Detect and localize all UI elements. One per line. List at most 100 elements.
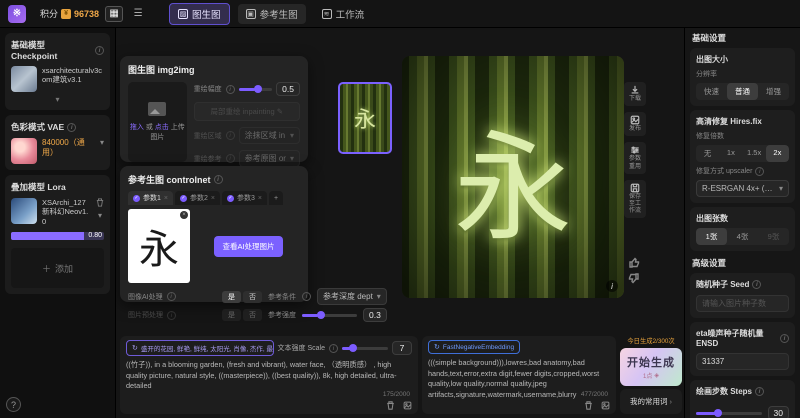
generated-character: 永 [454,92,572,263]
tab-workflow[interactable]: ≋ 工作流 [314,4,373,24]
strength-label: 参考强度 [268,310,296,320]
reuse-params-label: 参数重用 [628,156,642,170]
image-info-icon[interactable]: i [606,280,618,292]
count-9[interactable]: 9张 [758,228,789,245]
strength-value[interactable]: 0.3 [363,308,387,322]
info-icon[interactable]: i [780,334,789,343]
trash-icon[interactable] [96,198,104,207]
steps-value[interactable]: 30 [768,406,789,418]
info-icon: i [755,167,764,176]
controlnet-tab-add[interactable]: + [269,191,283,205]
save-to-workflow-label: 保存至工作流 [628,194,642,216]
seed-label: 随机种子 Seed [696,279,749,290]
upscaler-dropdown[interactable]: R-ESRGAN 4x+ (适合多种风▾ [696,180,789,197]
resolution-normal[interactable]: 普通 [727,83,758,100]
info-icon[interactable]: i [67,123,76,132]
vae-chevron-icon: ▾ [100,138,104,147]
condition-dropdown[interactable]: 参考深度 dept▾ [317,288,387,305]
lora-model-row[interactable]: XSArchi_127新科幻Neov1.0 ▾ [11,198,104,226]
generate-column: 今日生成2/300次 开始生成 1点 ◈ 我的常用词 › [620,336,682,414]
reuse-params-button[interactable]: 参数重用 [624,142,646,173]
close-tab-icon[interactable]: × [164,195,168,202]
preprocess-toggle[interactable]: 是否 [222,309,262,321]
publish-button[interactable]: 发布 [624,112,646,136]
image-action-stack: 下载 发布 参数重用 保存至工作流 [624,82,646,218]
help-button[interactable]: ? [6,397,21,412]
download-button[interactable]: 下载 [624,82,646,106]
negative-embedding-chip[interactable]: ↻ FastNegativeEmbedding [428,340,520,354]
controlnet-tab-1[interactable]: ✓ 参数1× [128,191,173,205]
points-display[interactable]: 积分 ¥ 96738 [40,7,99,20]
info-icon[interactable]: i [95,46,104,55]
ai-process-toggle[interactable]: 是否 [222,291,262,303]
prompt-image-icon[interactable] [601,401,610,410]
grid-view-icon[interactable]: ▦ [105,6,123,22]
vae-select-row[interactable]: 840000（通用） ▾ [11,138,104,164]
cfg-scale-control: 文本强度 Scale i 7 [278,341,412,355]
upscale-2x[interactable]: 2x [766,145,789,162]
clear-prompt-trash-icon[interactable] [584,401,593,410]
lora-card: 叠加模型 Lora XSArchi_127新科幻Neov1.0 ▾ 0.80 ＋… [5,175,110,294]
ensd-input[interactable] [696,353,789,370]
cfg-scale-value[interactable]: 7 [392,341,412,355]
upscale-1x[interactable]: 1x [719,145,742,162]
vae-title: 色彩模式 VAE [11,121,64,133]
positive-prompt-chip[interactable]: ↻ 盛开的花园, 鲜艳, 鲜纯, 太阳光, 肖像, 杰作, 最佳质量 [126,340,274,356]
menu-icon[interactable]: ☰ [129,6,147,22]
thumbs-up-icon[interactable] [628,256,640,268]
info-icon[interactable]: i [752,280,761,289]
lora-weight-slider[interactable]: 0.80 [11,232,104,240]
cfg-scale-slider[interactable] [342,347,388,350]
thumbs-down-icon[interactable] [628,273,640,285]
count-1[interactable]: 1张 [696,228,727,245]
upscale-1-5x[interactable]: 1.5x [743,145,766,162]
negative-char-counter: 477/2000 [581,391,608,398]
lora-chevron-icon[interactable]: ▾ [98,211,102,220]
image-upload-dropzone[interactable]: 拖入 或 点击 上传图片 [128,82,187,162]
controlnet-panel: 参考生图 controlnet i ✓ 参数1× ✓ 参数2× ✓ 参数3× +… [120,166,308,302]
generate-button[interactable]: 开始生成 1点 ◈ [620,348,682,386]
add-lora-button[interactable]: ＋ 添加 [11,248,104,288]
denoise-value[interactable]: 0.5 [276,82,300,96]
clear-prompt-trash-icon[interactable] [386,401,395,410]
upscale-none[interactable]: 无 [696,145,719,162]
close-tab-icon[interactable]: × [211,195,215,202]
lora-title: 叠加模型 Lora [11,181,66,193]
redraw-ref-dropdown[interactable]: 参考原图 or▾ [239,150,300,167]
batch-count-title: 出图张数 [696,213,789,224]
inpainting-button[interactable]: 局部重绘 inpainting ✎ [194,102,300,121]
strength-slider[interactable] [302,314,357,317]
info-icon[interactable]: i [214,175,223,184]
tab-img2img[interactable]: ▨ 图生图 [169,3,230,25]
info-icon: i [226,131,235,140]
resolution-enhanced[interactable]: 增强 [758,83,789,100]
condition-label: 参考条件 [268,292,296,302]
view-ai-processed-button[interactable]: 查看AI处理图片 [214,236,282,257]
info-icon[interactable]: i [755,387,764,396]
app-logo-icon[interactable]: ※ [8,5,26,23]
resolution-fast[interactable]: 快速 [696,83,727,100]
controlnet-reference-image[interactable]: 永 × [128,209,190,283]
controlnet-tab-3[interactable]: ✓ 参数3× [222,191,267,205]
result-thumbnail-selected[interactable]: 永 [338,82,392,154]
remove-image-icon[interactable]: × [180,211,188,219]
prompt-image-icon[interactable] [403,401,412,410]
info-icon: i [302,292,311,301]
seed-input[interactable] [696,295,789,312]
top-bar: ※ 积分 ¥ 96738 ▦ ☰ ▨ 图生图 ▣ 参考生图 ≋ 工作流 [0,0,800,28]
generated-image[interactable]: 永 i [402,56,624,298]
denoise-slider[interactable] [239,88,273,91]
checkpoint-model-row[interactable]: xsarchitecturalv3com建筑v3.1 [11,66,104,92]
count-4[interactable]: 4张 [727,228,758,245]
close-tab-icon[interactable]: × [258,195,262,202]
positive-prompt-input[interactable]: ((竹子)), in a blooming garden, (fresh and… [126,360,412,399]
redraw-area-dropdown[interactable]: 涂抹区域 in▾ [239,127,300,144]
controlnet-tab-2[interactable]: ✓ 参数2× [175,191,220,205]
info-icon[interactable]: i [226,85,235,94]
thumbnail-character: 永 [354,102,376,134]
tab-reference-gen[interactable]: ▣ 参考生图 [238,4,306,24]
steps-slider[interactable]: 50 100 [696,412,762,415]
favorite-prompts-button[interactable]: 我的常用词 › [620,389,682,414]
save-to-workflow-button[interactable]: 保存至工作流 [624,180,646,219]
checkpoint-collapse-chevron-icon[interactable]: ▾ [11,95,104,104]
